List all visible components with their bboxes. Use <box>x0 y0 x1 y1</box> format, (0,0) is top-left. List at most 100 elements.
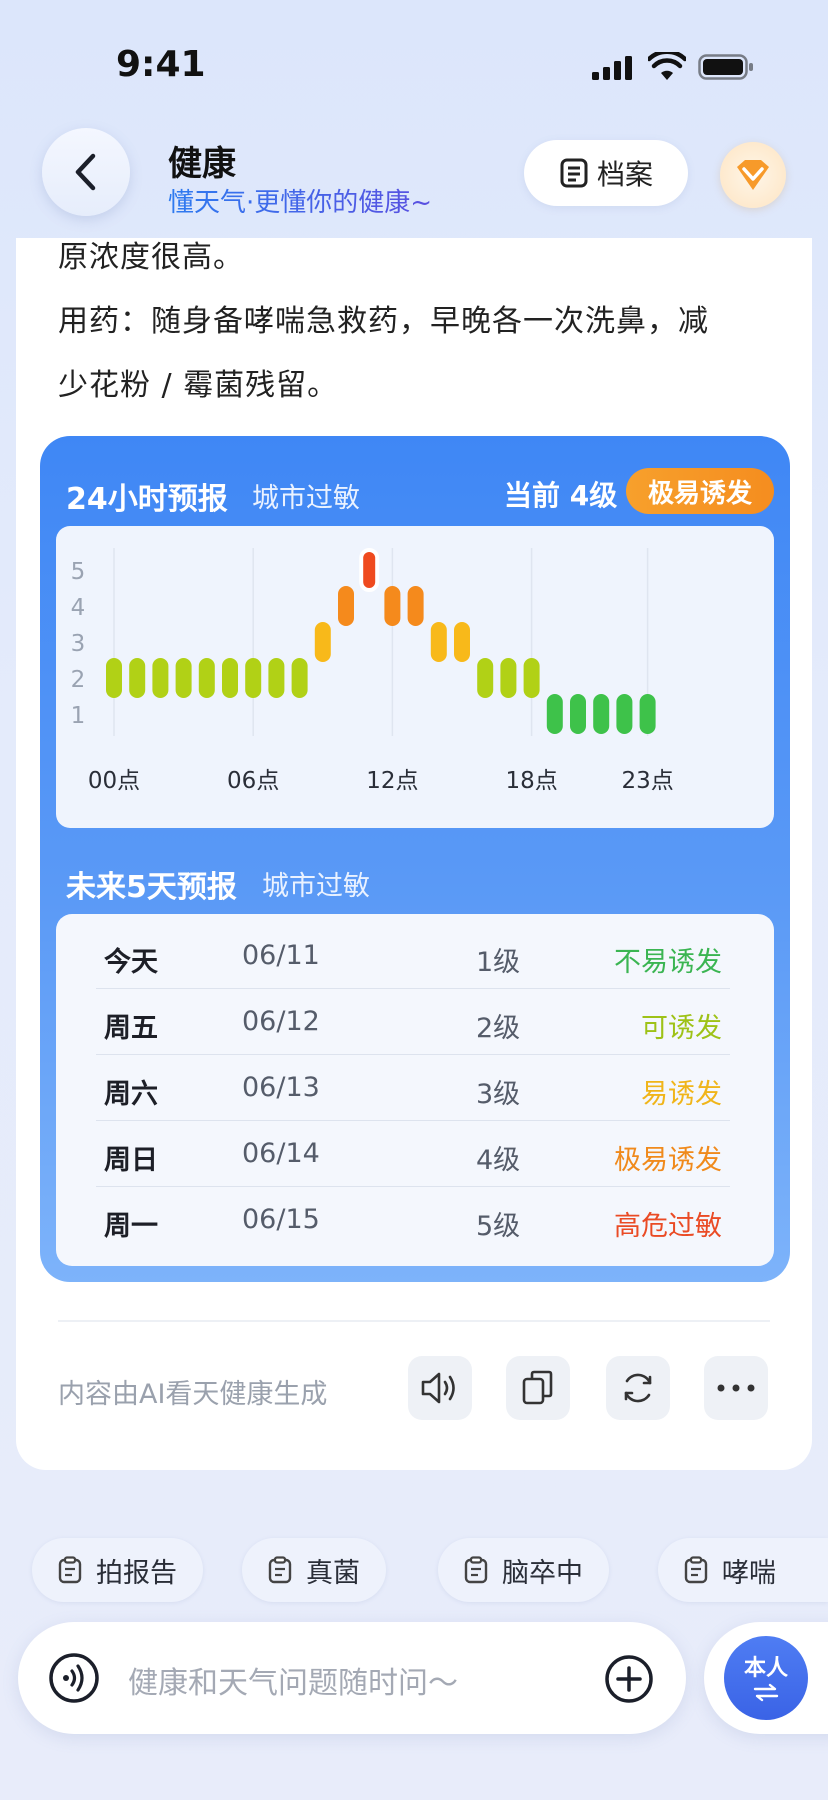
voice-input-icon[interactable] <box>48 1652 100 1704</box>
day-date: 06/15 <box>242 1204 320 1235</box>
chip-label: 脑卒中 <box>502 1557 583 1589</box>
page-subtitle: 懂天气·更懂你的健康~ <box>168 182 432 219</box>
chat-input[interactable]: 健康和天气问题随时问～ <box>128 1658 458 1702</box>
day-level: 5级 <box>476 1211 521 1242</box>
day-risk: 不易诱发 <box>614 947 722 978</box>
more-icon <box>717 1384 755 1392</box>
daily-forecast-subtitle: 城市过敏 <box>262 871 370 902</box>
y-tick-label: 5 <box>71 559 86 585</box>
refresh-icon <box>624 1373 652 1403</box>
hour-bar <box>314 622 331 662</box>
day-level: 3级 <box>476 1079 521 1110</box>
chip-stroke[interactable]: 脑卒中 <box>438 1538 609 1602</box>
hour-bar <box>570 694 586 734</box>
hour-bar <box>639 694 656 734</box>
daily-row: 周日 06/14 4级 极易诱发 <box>96 1120 730 1187</box>
chip-label: 拍报告 <box>96 1557 177 1589</box>
diamond-icon <box>737 160 769 190</box>
day-risk: 可诱发 <box>641 1013 722 1044</box>
daily-row: 周一 06/15 5级 高危过敏 <box>96 1186 730 1252</box>
profile-switch-button[interactable]: 本人 <box>724 1636 808 1720</box>
clipboard-icon <box>464 1556 488 1584</box>
chip-label: 真菌 <box>306 1557 360 1589</box>
day-risk: 极易诱发 <box>614 1145 722 1176</box>
current-hour-bar <box>359 548 380 592</box>
x-tick-label: 18点 <box>505 768 557 794</box>
day-date: 06/14 <box>242 1138 320 1169</box>
day-date: 06/13 <box>242 1072 320 1103</box>
archive-label: 档案 <box>596 158 653 191</box>
hour-bar <box>500 658 517 698</box>
day-date: 06/12 <box>242 1006 320 1037</box>
divider <box>58 1320 770 1322</box>
day-name: 周六 <box>104 1079 158 1110</box>
read-aloud-button[interactable] <box>408 1356 472 1420</box>
daily-row: 周六 06/13 3级 易诱发 <box>96 1054 730 1121</box>
back-button[interactable] <box>42 128 130 216</box>
daily-forecast-table: 今天 06/11 1级 不易诱发 周五 06/12 2级 可诱发 周六 06/1… <box>56 914 774 1266</box>
hourly-forecast-title: 24小时预报 <box>66 482 228 517</box>
profile-switch-wrapper: 本人 <box>704 1622 828 1734</box>
clipboard-icon <box>58 1556 82 1584</box>
hour-bar <box>245 658 262 698</box>
chip-photo-report[interactable]: 拍报告 <box>32 1538 203 1602</box>
hour-bar <box>106 658 122 698</box>
daily-row: 今天 06/11 1级 不易诱发 <box>96 922 730 989</box>
hour-bar <box>338 586 354 626</box>
status-time: 9:41 <box>116 44 206 85</box>
day-risk: 高危过敏 <box>614 1211 722 1242</box>
y-tick-label: 4 <box>71 595 86 621</box>
vip-button[interactable] <box>720 142 786 208</box>
hour-bar <box>152 658 169 698</box>
hour-bar <box>546 694 563 734</box>
document-icon <box>560 158 588 188</box>
hour-bar <box>430 622 447 662</box>
hour-bar <box>616 694 633 734</box>
ai-message-card: 原浓度很高。 用药：随身备哮喘急救药，早晚各一次洗鼻，减 少花粉 / 霉菌残留。… <box>16 238 812 1470</box>
day-level: 1级 <box>476 947 521 978</box>
clipboard-icon <box>684 1556 708 1584</box>
regenerate-button[interactable] <box>606 1356 670 1420</box>
speaker-icon <box>421 1372 455 1404</box>
chip-asthma[interactable]: 哮喘 <box>658 1538 828 1602</box>
hour-bar <box>384 586 401 626</box>
hour-bar <box>454 622 470 662</box>
battery-icon <box>698 54 753 80</box>
chevron-left-icon <box>75 153 96 191</box>
day-level: 2级 <box>476 1013 521 1044</box>
copy-button[interactable] <box>506 1356 570 1420</box>
wifi-icon <box>648 52 686 80</box>
chat-input-bar: 健康和天气问题随时问～ <box>18 1622 686 1734</box>
x-tick-label: 23点 <box>621 768 673 794</box>
hour-bar <box>523 658 540 698</box>
allergy-forecast-panel: 24小时预报 城市过敏 当前 4级 极易诱发 1 2 3 4 5 00点 06点 12点 18点… <box>40 436 790 1282</box>
day-risk: 易诱发 <box>641 1079 722 1110</box>
more-button[interactable] <box>704 1356 768 1420</box>
x-tick-label: 00点 <box>88 768 140 794</box>
chip-label: 哮喘 <box>722 1557 776 1589</box>
archive-button[interactable]: 档案 <box>524 140 688 206</box>
day-level: 4级 <box>476 1145 521 1176</box>
hourly-chart-container: 1 2 3 4 5 00点 06点 12点 18点 23点 <box>56 526 774 828</box>
chip-fungi[interactable]: 真菌 <box>242 1538 386 1602</box>
hour-bar <box>407 586 424 626</box>
hour-bar <box>222 658 238 698</box>
current-level-badge: 极易诱发 <box>626 468 774 514</box>
cellular-signal-icon <box>592 56 632 80</box>
message-line: 少花粉 / 霉菌残留。 <box>58 368 339 403</box>
daily-forecast-title: 未来5天预报 <box>66 870 237 905</box>
y-tick-label: 2 <box>71 667 86 693</box>
x-tick-label: 06点 <box>227 768 279 794</box>
clipboard-icon <box>268 1556 292 1584</box>
day-name: 周日 <box>104 1145 158 1176</box>
daily-row: 周五 06/12 2级 可诱发 <box>96 988 730 1055</box>
day-date: 06/11 <box>242 940 320 971</box>
hour-bar <box>175 658 192 698</box>
plus-icon[interactable] <box>604 1654 654 1704</box>
message-line: 用药：随身备哮喘急救药，早晚各一次洗鼻，减 <box>58 304 709 339</box>
current-level: 当前 4级 <box>504 479 618 512</box>
day-name: 周一 <box>104 1211 158 1242</box>
hour-bar <box>477 658 494 698</box>
day-name: 周五 <box>104 1013 158 1044</box>
hour-bar <box>291 658 308 698</box>
